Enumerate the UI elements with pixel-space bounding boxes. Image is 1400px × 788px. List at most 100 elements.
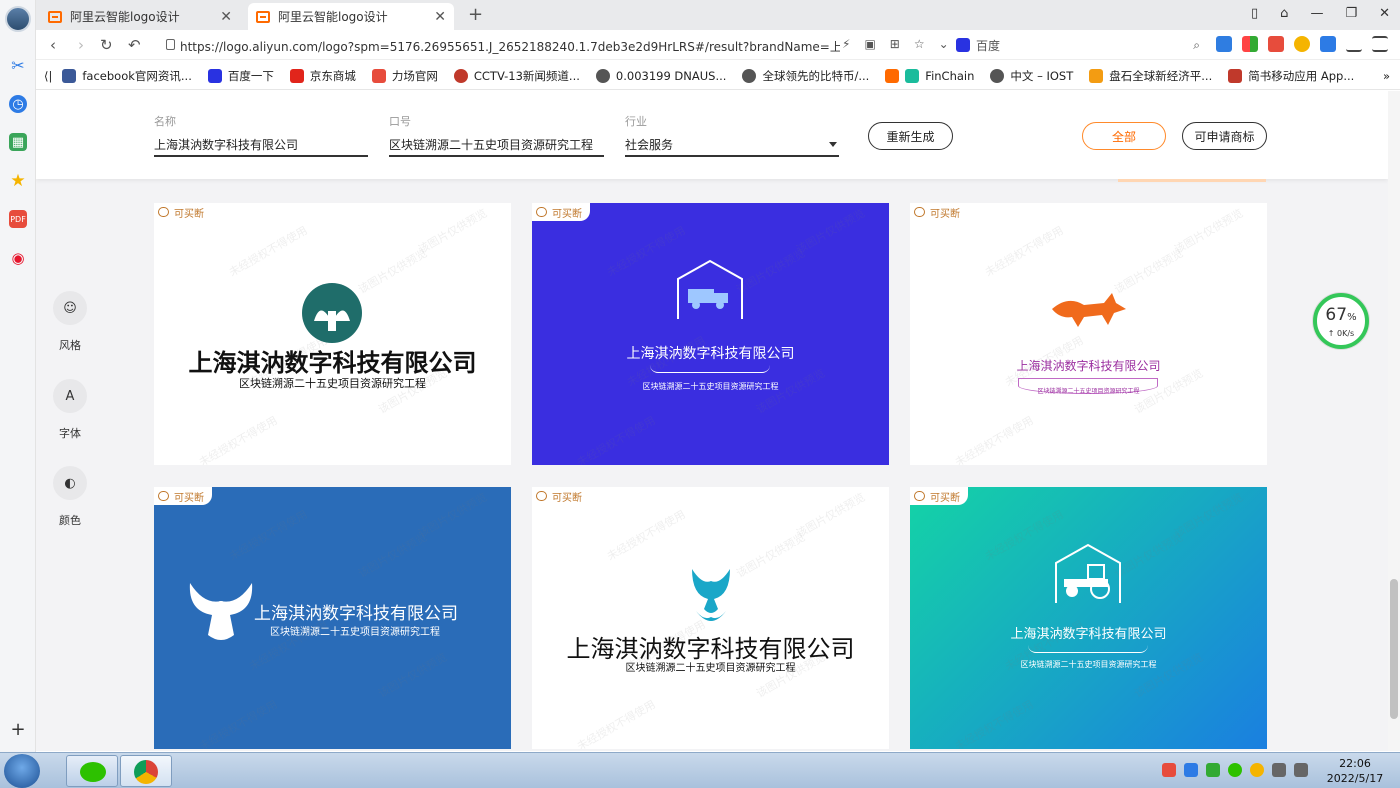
minimize-icon[interactable]: —	[1310, 6, 1323, 21]
buyout-badge: 可买断	[910, 203, 968, 221]
watermark: 未经授权不得使用	[982, 223, 1066, 280]
bookmark-item[interactable]: 中文 – IOST	[990, 68, 1073, 84]
volume-icon[interactable]	[1294, 763, 1308, 777]
network-icon[interactable]	[1272, 763, 1286, 777]
watermark: 未经授权不得使用	[226, 223, 310, 280]
translate-ext-icon[interactable]	[1216, 36, 1232, 52]
pdf-ext-icon[interactable]	[1268, 36, 1284, 52]
taskbar: 22:06 2022/5/17	[0, 752, 1400, 788]
slogan-label: 口号	[389, 115, 411, 128]
chevron-down-icon[interactable]: ⌄	[939, 37, 949, 51]
network-speed-widget[interactable]: 67% ↑ 0K/s	[1313, 293, 1369, 349]
bookmark-item[interactable]: CCTV-13新闻频道...	[453, 68, 580, 84]
active-filter-underline	[1118, 179, 1266, 182]
bookmark-overflow-icon[interactable]: »	[1383, 69, 1390, 83]
new-tab-icon[interactable]: +	[468, 4, 483, 25]
browser-task[interactable]	[120, 755, 172, 787]
cursor-icon[interactable]	[1184, 763, 1198, 777]
add-icon[interactable]: +	[9, 719, 27, 740]
bookmark-item[interactable]: 全球领先的比特币/...	[742, 68, 869, 84]
close-tab-icon[interactable]: ✕	[434, 9, 446, 25]
reload-icon[interactable]: ↻	[100, 36, 113, 54]
name-input[interactable]: 上海淇汭数字科技有限公司	[154, 133, 368, 157]
scrollbar-thumb[interactable]	[1390, 579, 1398, 719]
scrollbar[interactable]	[1388, 91, 1400, 751]
logo-company-name: 上海淇汭数字科技有限公司	[1016, 359, 1161, 373]
bookmark-item[interactable]: FinChain	[885, 68, 974, 83]
watermark: 该图片仅供预览	[794, 490, 868, 541]
aliyun-favicon-icon	[256, 10, 270, 23]
logo-card[interactable]: 未经授权不得使用 该图片仅供预览 未经授权不得使用 该图片仅供预览 未经授权不得使用 该图…	[154, 487, 511, 749]
update-icon[interactable]	[1250, 763, 1264, 777]
logo-company-name: 上海淇汭数字科技有限公司	[188, 349, 477, 377]
logo-card[interactable]: 未经授权不得使用 该图片仅供预览 未经授权不得使用 该图片仅供预览 未经授权不得使用 该图…	[910, 203, 1267, 465]
restore-icon[interactable]: ❐	[1345, 6, 1357, 21]
cut-ext-icon[interactable]	[1320, 36, 1336, 52]
watermark: 该图片仅供预览	[416, 206, 490, 257]
translate-icon[interactable]: ⊞	[890, 37, 900, 51]
color-option[interactable]: ◐ 颜色	[52, 466, 88, 528]
bookmark-item[interactable]: 百度一下	[207, 68, 274, 84]
wechat-task[interactable]	[66, 755, 118, 787]
eagle-icon	[186, 579, 256, 646]
start-button[interactable]	[4, 754, 40, 788]
font-option[interactable]: A 字体	[52, 379, 88, 441]
bookmark-item[interactable]: 京东商城	[289, 68, 356, 84]
bookmark-item[interactable]: 0.003199 DNAUS...	[595, 68, 726, 83]
palette-icon: ◐	[53, 466, 87, 500]
lightning-icon[interactable]: ⚡	[842, 37, 850, 51]
url-field[interactable]: https://logo.aliyun.com/logo?spm=5176.26…	[180, 38, 840, 55]
undo-icon[interactable]: ↶	[128, 36, 141, 54]
forward-icon[interactable]: ›	[78, 36, 84, 54]
regenerate-button[interactable]: 重新生成	[868, 122, 953, 150]
pdf-icon[interactable]: PDF	[9, 210, 27, 228]
bookmark-item[interactable]: 力场官网	[371, 68, 438, 84]
close-window-icon[interactable]: ✕	[1379, 6, 1390, 21]
bookmark-item[interactable]: 简书移动应用 App...	[1228, 68, 1354, 84]
search-engine-box[interactable]: 百度 ⌕	[956, 36, 1200, 54]
sogou-icon[interactable]	[1162, 763, 1176, 777]
skin-icon[interactable]: ⌂	[1280, 6, 1288, 21]
heart-icon	[914, 207, 925, 217]
shield-icon[interactable]	[1206, 763, 1220, 777]
browser-sidebar: ✂ ◷ ▦ ★ PDF ◉ +	[0, 0, 36, 752]
logo-card[interactable]: 未经授权不得使用 该图片仅供预览 未经授权不得使用 该图片仅供预览 未经授权不得使用 该图…	[910, 487, 1267, 749]
tab-list-icon[interactable]: ▯	[1251, 6, 1258, 21]
bookmark-collapse-icon[interactable]: ⟨|	[44, 69, 52, 83]
scissors-icon[interactable]: ✂	[9, 56, 27, 75]
qr-icon[interactable]: ▣	[864, 37, 875, 51]
buyout-badge: 可买断	[532, 487, 590, 505]
clock-icon[interactable]: ◷	[9, 95, 27, 113]
star-bookmark-icon[interactable]: ☆	[914, 37, 925, 51]
search-icon[interactable]: ⌕	[1193, 38, 1200, 53]
tab-title: 阿里云智能logo设计	[278, 10, 388, 24]
avatar[interactable]	[5, 6, 31, 32]
trademark-button[interactable]: 可申请商标	[1182, 122, 1267, 150]
close-tab-icon[interactable]: ✕	[220, 9, 232, 25]
tab-2[interactable]: 阿里云智能logo设计 ✕	[248, 3, 454, 30]
apps-ext-icon[interactable]	[1242, 36, 1258, 52]
industry-select[interactable]: 社会服务	[625, 133, 839, 157]
wechat-tray-icon[interactable]	[1228, 763, 1242, 777]
menu-icon[interactable]	[1372, 36, 1388, 52]
download-icon[interactable]	[1346, 36, 1362, 52]
logo-card[interactable]: 未经授权不得使用 该图片仅供预览 未经授权不得使用 该图片仅供预览 未经授权不得使用 该图…	[154, 203, 511, 465]
logo-company-name: 上海淇汭数字科技有限公司	[254, 604, 458, 624]
logo-card[interactable]: 未经授权不得使用 该图片仅供预览 未经授权不得使用 该图片仅供预览 未经授权不得使用 该图…	[532, 203, 889, 465]
clock[interactable]: 22:06 2022/5/17	[1322, 756, 1388, 786]
moon-icon[interactable]	[1294, 36, 1310, 52]
logo-card[interactable]: 未经授权不得使用 该图片仅供预览 未经授权不得使用 该图片仅供预览 未经授权不得使用 该图…	[532, 487, 889, 749]
bookmark-item[interactable]: facebook官网资讯...	[62, 68, 192, 84]
tab-1[interactable]: 阿里云智能logo设计 ✕	[40, 3, 240, 30]
slogan-input[interactable]: 区块链溯源二十五史项目资源研究工程	[389, 133, 604, 157]
tractor-house-icon	[1048, 539, 1128, 612]
star-icon[interactable]: ★	[9, 171, 27, 191]
all-button[interactable]: 全部	[1082, 122, 1166, 150]
weibo-icon[interactable]: ◉	[9, 249, 27, 267]
apps-icon[interactable]: ▦	[9, 133, 27, 151]
back-icon[interactable]: ‹	[50, 36, 56, 54]
style-option[interactable]: ☺ 风格	[52, 291, 88, 353]
bookmark-item[interactable]: 盘石全球新经济平...	[1089, 68, 1212, 84]
watermark: 该图片仅供预览	[734, 530, 808, 581]
buyout-badge: 可买断	[154, 487, 212, 505]
